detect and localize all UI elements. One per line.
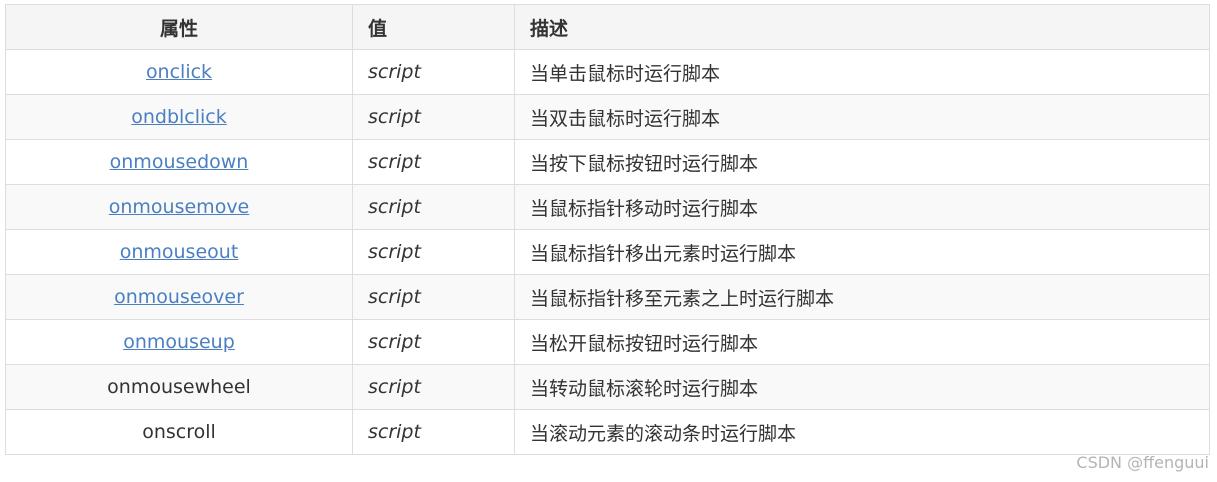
attribute-cell: onmouseup <box>5 319 353 365</box>
attribute-link[interactable]: ondblclick <box>131 106 227 128</box>
attribute-link[interactable]: onmouseover <box>114 286 244 308</box>
table-row: onclick script 当单击鼠标时运行脚本 <box>5 49 1210 95</box>
attribute-cell: onclick <box>5 49 353 95</box>
attribute-link[interactable]: onmouseup <box>123 331 235 353</box>
description-cell: 当鼠标指针移至元素之上时运行脚本 <box>514 274 1210 320</box>
value-cell: script <box>352 229 515 275</box>
table-row: onmousewheel script 当转动鼠标滚轮时运行脚本 <box>5 364 1210 410</box>
table-row: onmouseout script 当鼠标指针移出元素时运行脚本 <box>5 229 1210 275</box>
description-cell: 当按下鼠标按钮时运行脚本 <box>514 139 1210 185</box>
table-row: onscroll script 当滚动元素的滚动条时运行脚本 <box>5 409 1210 455</box>
value-cell: script <box>352 94 515 140</box>
table-row: onmousemove script 当鼠标指针移动时运行脚本 <box>5 184 1210 230</box>
csdn-watermark: CSDN @ffenguui <box>1076 453 1209 472</box>
description-cell: 当鼠标指针移动时运行脚本 <box>514 184 1210 230</box>
value-column-header: 值 <box>352 4 515 50</box>
attribute-name: onscroll <box>142 421 216 443</box>
table-row: onmousedown script 当按下鼠标按钮时运行脚本 <box>5 139 1210 185</box>
value-cell: script <box>352 274 515 320</box>
attribute-cell: onmouseover <box>5 274 353 320</box>
attribute-cell: onmousemove <box>5 184 353 230</box>
mouse-events-table: 属性 值 描述 onclick script 当单击鼠标时运行脚本 ondblclic… <box>5 4 1210 455</box>
description-column-header: 描述 <box>514 4 1210 50</box>
attribute-link[interactable]: onmouseout <box>120 241 239 263</box>
description-cell: 当转动鼠标滚轮时运行脚本 <box>514 364 1210 410</box>
table-body: onclick script 当单击鼠标时运行脚本 ondblclick script 当… <box>5 49 1210 455</box>
table-row: onmouseup script 当松开鼠标按钮时运行脚本 <box>5 319 1210 365</box>
value-cell: script <box>352 184 515 230</box>
attribute-link[interactable]: onmousemove <box>109 196 250 218</box>
attribute-cell: onmousedown <box>5 139 353 185</box>
description-cell: 当鼠标指针移出元素时运行脚本 <box>514 229 1210 275</box>
description-cell: 当松开鼠标按钮时运行脚本 <box>514 319 1210 365</box>
table-header: 属性 值 描述 <box>5 4 1210 50</box>
value-cell: script <box>352 49 515 95</box>
table-row: onmouseover script 当鼠标指针移至元素之上时运行脚本 <box>5 274 1210 320</box>
attribute-link[interactable]: onmousedown <box>110 151 249 173</box>
value-cell: script <box>352 409 515 455</box>
value-cell: script <box>352 319 515 365</box>
table-row: ondblclick script 当双击鼠标时运行脚本 <box>5 94 1210 140</box>
attribute-name: onmousewheel <box>107 376 251 398</box>
attribute-cell: onmouseout <box>5 229 353 275</box>
value-cell: script <box>352 364 515 410</box>
description-cell: 当双击鼠标时运行脚本 <box>514 94 1210 140</box>
attribute-column-header: 属性 <box>5 4 353 50</box>
attribute-cell: onmousewheel <box>5 364 353 410</box>
value-cell: script <box>352 139 515 185</box>
description-cell: 当滚动元素的滚动条时运行脚本 <box>514 409 1210 455</box>
attribute-link[interactable]: onclick <box>146 61 212 83</box>
attribute-cell: ondblclick <box>5 94 353 140</box>
header-row: 属性 值 描述 <box>5 4 1210 50</box>
attribute-cell: onscroll <box>5 409 353 455</box>
description-cell: 当单击鼠标时运行脚本 <box>514 49 1210 95</box>
